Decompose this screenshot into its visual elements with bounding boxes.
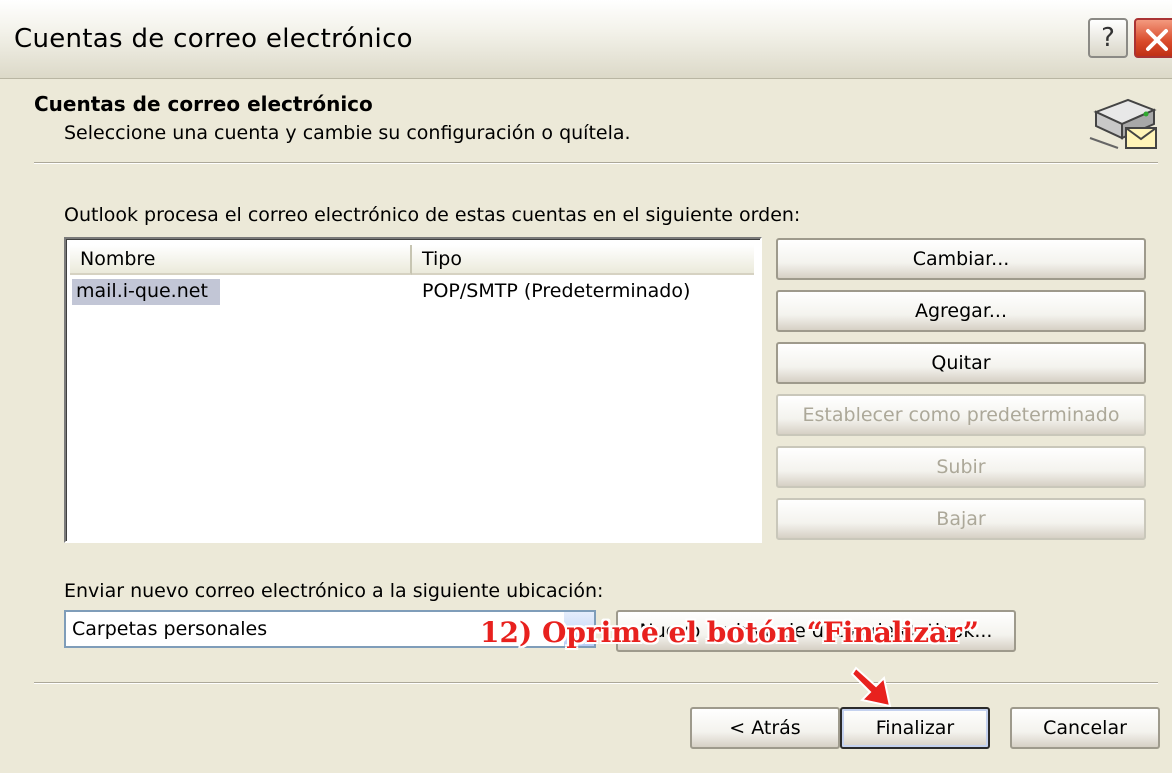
add-button[interactable]: Agregar... (776, 290, 1146, 332)
close-button[interactable] (1134, 18, 1172, 58)
title-bar: Cuentas de correo electrónico ? (0, 0, 1172, 79)
accounts-description: Outlook procesa el correo electrónico de… (64, 204, 801, 226)
set-default-button[interactable]: Establecer como predeterminado (776, 394, 1146, 436)
tutorial-annotation: 12) Oprime el botón “Finalizar” (480, 616, 979, 649)
mail-server-icon (1088, 92, 1160, 156)
column-header-name[interactable]: Nombre (70, 245, 412, 275)
account-name-cell[interactable]: mail.i-que.net (76, 280, 208, 302)
back-button[interactable]: < Atrás (690, 707, 840, 749)
header-title: Cuentas de correo electrónico (34, 92, 373, 116)
remove-button[interactable]: Quitar (776, 342, 1146, 384)
delivery-selected-value: Carpetas personales (72, 618, 268, 640)
delivery-label: Enviar nuevo correo electrónico a la sig… (64, 580, 604, 602)
move-down-button[interactable]: Bajar (776, 498, 1146, 540)
move-up-button[interactable]: Subir (776, 446, 1146, 488)
account-type-cell[interactable]: POP/SMTP (Predeterminado) (422, 280, 690, 302)
help-icon: ? (1101, 23, 1115, 53)
footer-divider (34, 682, 1158, 684)
change-button[interactable]: Cambiar... (776, 238, 1146, 280)
email-accounts-dialog: Cuentas de correo electrónico ? Cuentas … (0, 0, 1172, 773)
column-header-type[interactable]: Tipo (412, 245, 754, 275)
header-divider (34, 162, 1158, 164)
window-title: Cuentas de correo electrónico (14, 24, 413, 54)
help-button[interactable]: ? (1088, 18, 1128, 58)
accounts-list[interactable]: Nombre Tipo mail.i-que.net POP/SMTP (Pre… (64, 237, 762, 543)
finish-button[interactable]: Finalizar (840, 707, 990, 749)
close-icon (1146, 29, 1168, 51)
header-subtitle: Seleccione una cuenta y cambie su config… (64, 122, 631, 144)
cancel-button[interactable]: Cancelar (1010, 707, 1160, 749)
